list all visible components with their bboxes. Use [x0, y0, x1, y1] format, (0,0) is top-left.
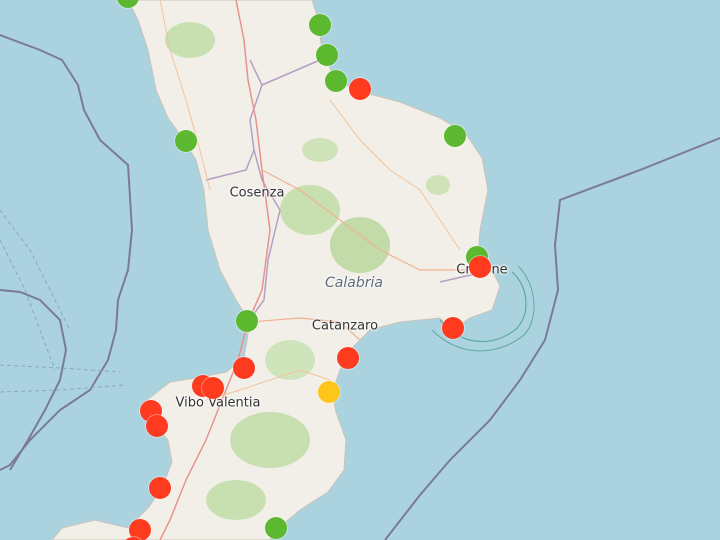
forest-patch — [330, 217, 390, 273]
map-marker-red[interactable] — [442, 317, 464, 339]
forest-patch — [280, 185, 340, 235]
map-marker-red[interactable] — [469, 256, 491, 278]
forest-patch — [230, 412, 310, 468]
map-marker-green[interactable] — [309, 14, 331, 36]
map-marker-green[interactable] — [236, 310, 258, 332]
map-marker-red[interactable] — [349, 78, 371, 100]
forest-patch — [165, 22, 215, 58]
map-marker-green[interactable] — [175, 130, 197, 152]
map-marker-red[interactable] — [337, 347, 359, 369]
forest-patch — [265, 340, 315, 380]
map-marker-green[interactable] — [325, 70, 347, 92]
map-marker-red[interactable] — [202, 377, 224, 399]
map-view[interactable]: Cosenza Calabria Catanzaro Crotone Vibo … — [0, 0, 720, 540]
map-marker-green[interactable] — [444, 125, 466, 147]
map-marker-green[interactable] — [265, 517, 287, 539]
map-marker-red[interactable] — [233, 357, 255, 379]
map-marker-yellow[interactable] — [318, 381, 340, 403]
map-marker-red[interactable] — [146, 415, 168, 437]
forest-patch — [206, 480, 266, 520]
map-marker-red[interactable] — [149, 477, 171, 499]
forest-patch — [426, 175, 450, 195]
forest-patch — [302, 138, 338, 162]
map-marker-green[interactable] — [316, 44, 338, 66]
